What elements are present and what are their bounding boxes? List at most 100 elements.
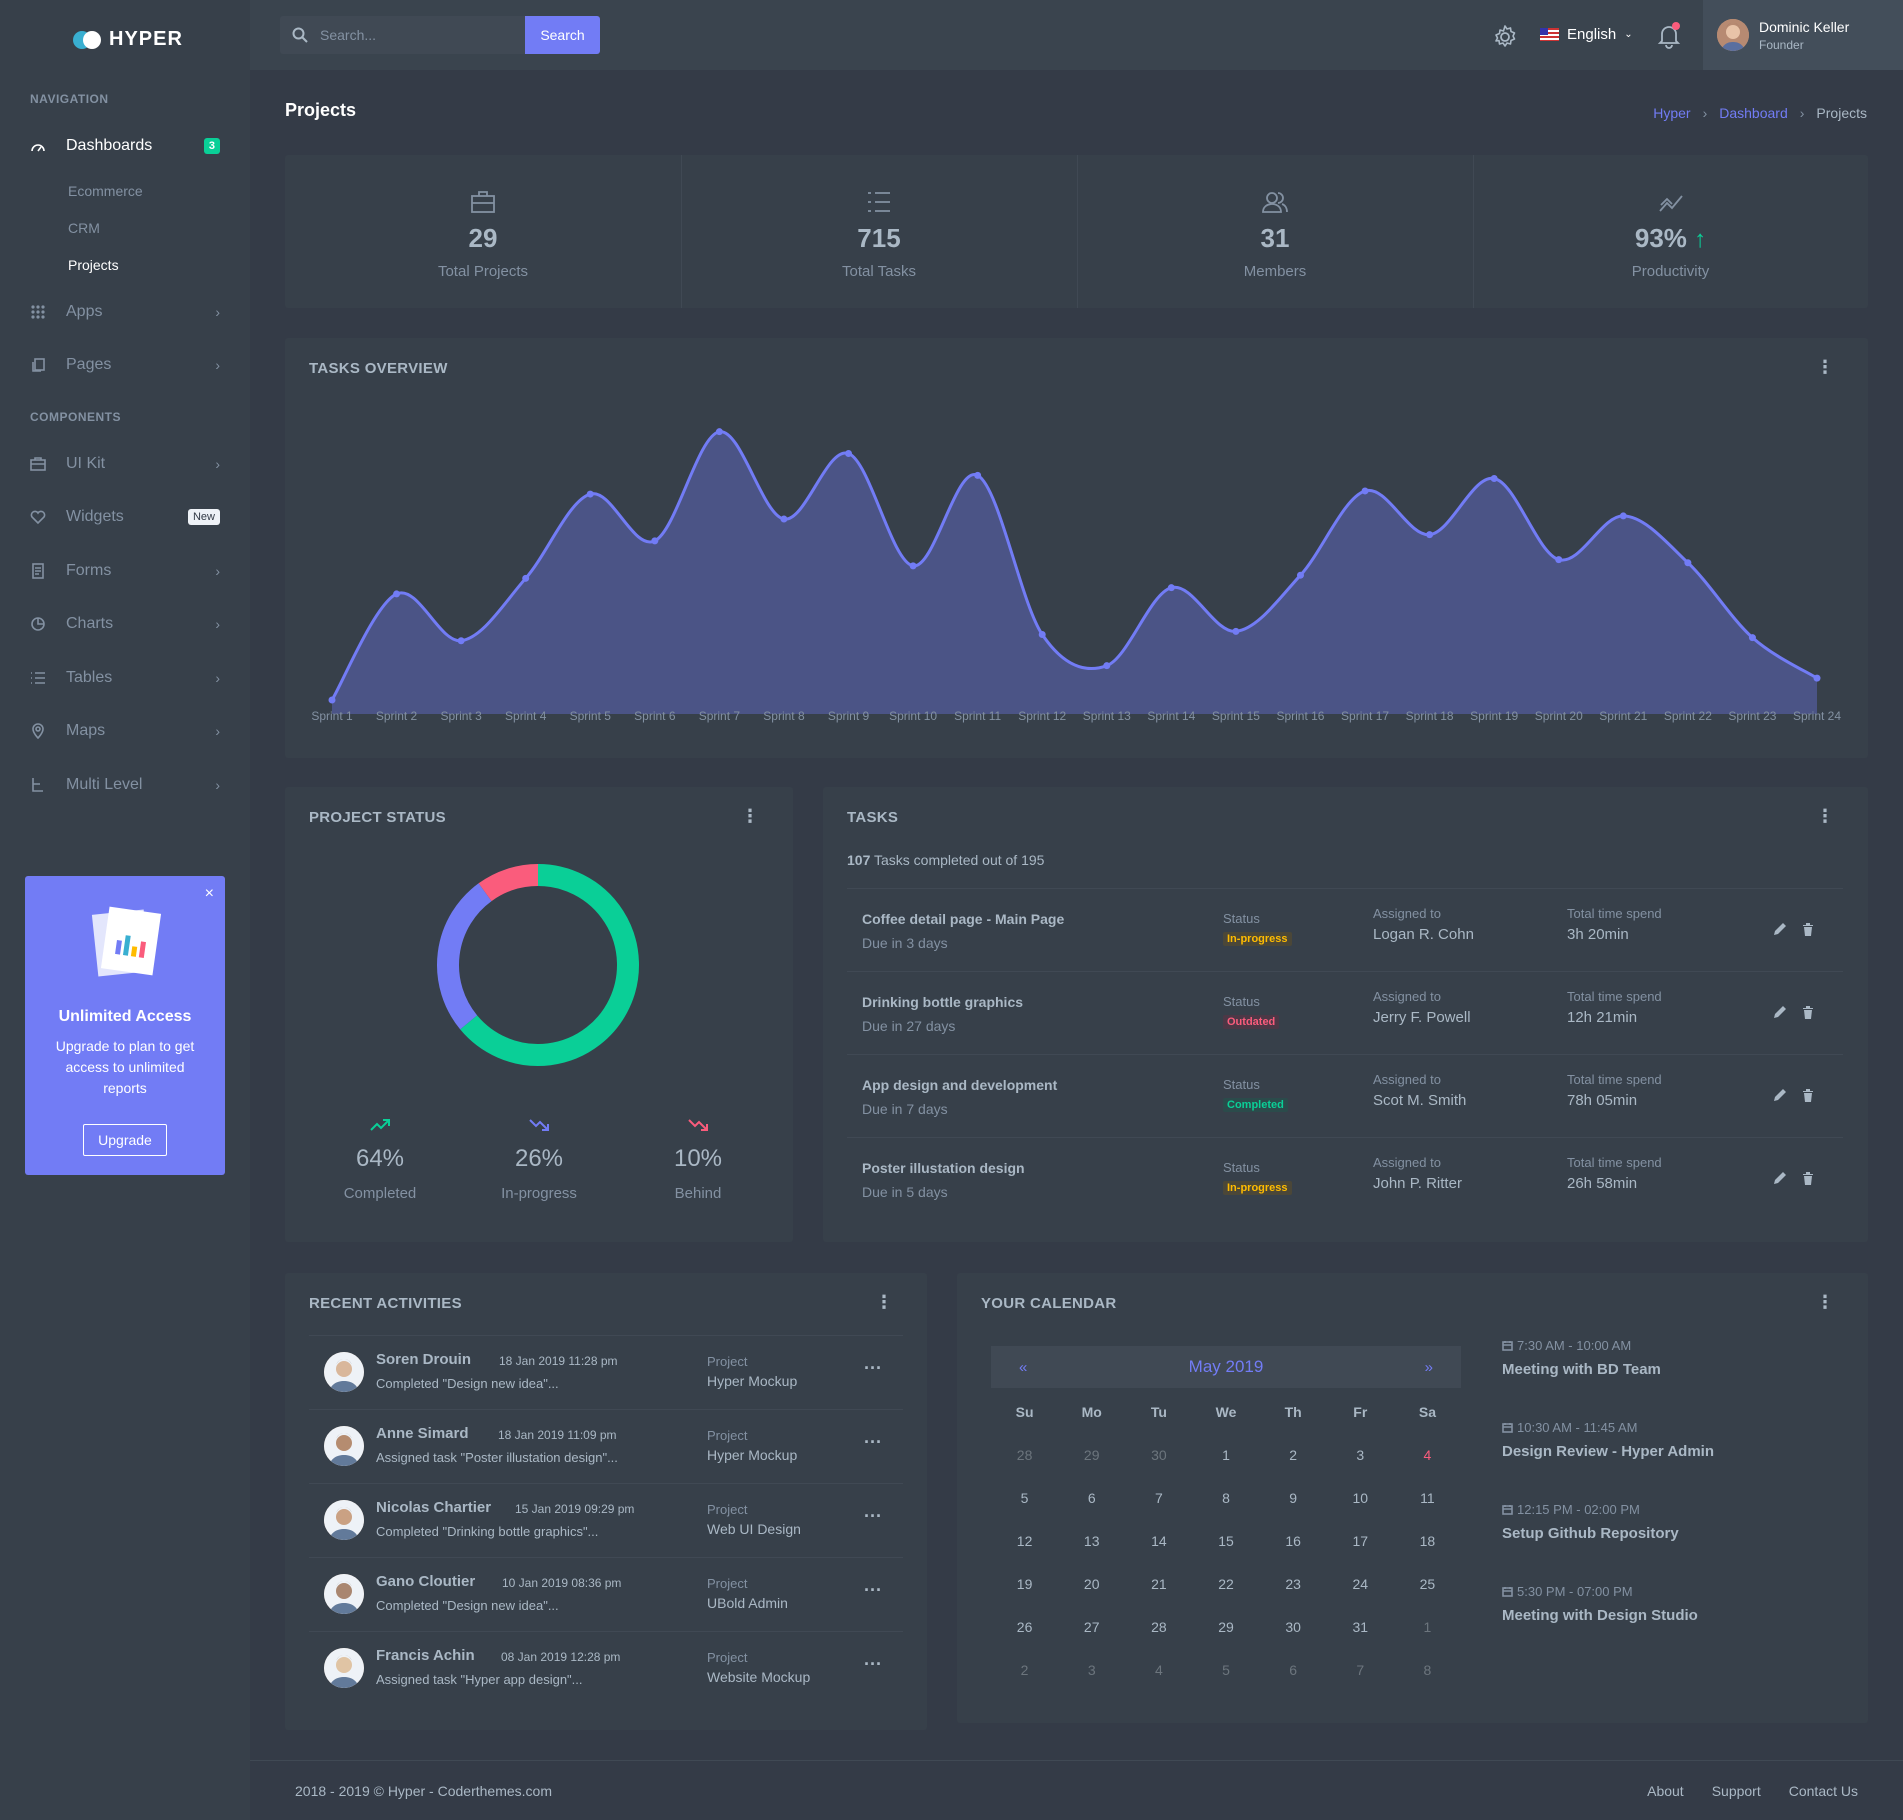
- calendar-day[interactable]: 2: [991, 1648, 1058, 1691]
- trash-icon[interactable]: [1800, 921, 1816, 937]
- calendar-day[interactable]: 8: [1192, 1476, 1259, 1519]
- footer-link-about[interactable]: About: [1647, 1783, 1684, 1799]
- calendar-day[interactable]: 9: [1260, 1476, 1327, 1519]
- calendar-day[interactable]: 21: [1125, 1562, 1192, 1605]
- calendar-day[interactable]: 17: [1327, 1519, 1394, 1562]
- task-row[interactable]: Coffee detail page - Main Page Due in 3 …: [847, 888, 1843, 971]
- data-point[interactable]: [1813, 674, 1821, 682]
- more-horizontal-icon[interactable]: ···: [864, 1506, 882, 1527]
- calendar-event[interactable]: 5:30 PM - 07:00 PM Meeting with Design St…: [1502, 1584, 1698, 1624]
- calendar-day[interactable]: 5: [1192, 1648, 1259, 1691]
- language-selector[interactable]: English ⌄: [1540, 26, 1633, 43]
- activity-row[interactable]: Anne Simard 18 Jan 2019 11:09 pm Assigned …: [309, 1409, 903, 1483]
- trash-icon[interactable]: [1800, 1087, 1816, 1103]
- breadcrumb-dashboard[interactable]: Dashboard: [1719, 105, 1788, 121]
- search-button[interactable]: Search: [525, 16, 600, 54]
- calendar-day[interactable]: 28: [1125, 1605, 1192, 1648]
- more-horizontal-icon[interactable]: ···: [864, 1580, 882, 1601]
- data-point[interactable]: [457, 637, 465, 645]
- data-point[interactable]: [586, 490, 594, 498]
- more-horizontal-icon[interactable]: ···: [864, 1358, 882, 1379]
- calendar-day[interactable]: 27: [1058, 1605, 1125, 1648]
- sidebar-item-charts[interactable]: Charts ›: [30, 611, 220, 637]
- more-vertical-icon[interactable]: ⋮: [741, 807, 759, 825]
- sidebar-item-pages[interactable]: Pages ›: [30, 352, 220, 378]
- footer-link-contact[interactable]: Contact Us: [1789, 1783, 1858, 1799]
- data-point[interactable]: [1619, 512, 1627, 520]
- more-horizontal-icon[interactable]: ···: [864, 1654, 882, 1675]
- pencil-icon[interactable]: [1772, 1087, 1788, 1103]
- activity-row[interactable]: Francis Achin 08 Jan 2019 12:28 pm Assigne…: [309, 1631, 903, 1705]
- sidebar-subitem-crm[interactable]: CRM: [68, 220, 100, 236]
- breadcrumb-hyper[interactable]: Hyper: [1653, 105, 1690, 121]
- data-point[interactable]: [651, 537, 659, 545]
- data-point[interactable]: [1426, 531, 1434, 539]
- data-point[interactable]: [393, 590, 401, 598]
- donut-segment-in-progress[interactable]: [437, 883, 492, 1030]
- calendar-day[interactable]: 23: [1260, 1562, 1327, 1605]
- calendar-event[interactable]: 12:15 PM - 02:00 PM Setup Github Reposito…: [1502, 1502, 1679, 1542]
- search-input[interactable]: Search...: [280, 16, 525, 54]
- pencil-icon[interactable]: [1772, 1004, 1788, 1020]
- calendar-day[interactable]: 22: [1192, 1562, 1259, 1605]
- data-point[interactable]: [1555, 556, 1563, 564]
- calendar-day[interactable]: 25: [1394, 1562, 1461, 1605]
- calendar-day[interactable]: 29: [1192, 1605, 1259, 1648]
- pencil-icon[interactable]: [1772, 921, 1788, 937]
- data-point[interactable]: [1103, 662, 1111, 670]
- data-point[interactable]: [974, 471, 982, 479]
- donut-segment-behind[interactable]: [478, 864, 539, 902]
- calendar-day[interactable]: 20: [1058, 1562, 1125, 1605]
- data-point[interactable]: [1490, 474, 1498, 482]
- data-point[interactable]: [909, 562, 917, 570]
- calendar-day[interactable]: 6: [1058, 1476, 1125, 1519]
- more-horizontal-icon[interactable]: ···: [864, 1432, 882, 1453]
- trash-icon[interactable]: [1800, 1004, 1816, 1020]
- next-month-button[interactable]: »: [1425, 1359, 1433, 1376]
- activity-row[interactable]: Nicolas Chartier 15 Jan 2019 09:29 pm Comp…: [309, 1483, 903, 1557]
- task-title[interactable]: Poster illustation design: [862, 1160, 1025, 1176]
- trash-icon[interactable]: [1800, 1170, 1816, 1186]
- calendar-day[interactable]: 28: [991, 1433, 1058, 1476]
- calendar-day[interactable]: 1: [1192, 1433, 1259, 1476]
- upgrade-button[interactable]: Upgrade: [83, 1124, 167, 1156]
- sidebar-item-dashboards[interactable]: Dashboards 3: [30, 133, 220, 159]
- calendar-day[interactable]: 31: [1327, 1605, 1394, 1648]
- task-row[interactable]: App design and development Due in 7 days…: [847, 1054, 1843, 1137]
- data-point[interactable]: [1748, 634, 1756, 642]
- sidebar-item-maps[interactable]: Maps ›: [30, 718, 220, 744]
- activity-user-name[interactable]: Francis Achin: [376, 1647, 475, 1664]
- activity-user-name[interactable]: Anne Simard: [376, 1425, 469, 1442]
- calendar-day[interactable]: 1: [1394, 1605, 1461, 1648]
- calendar-event[interactable]: 7:30 AM - 10:00 AM Meeting with BD Team: [1502, 1338, 1661, 1378]
- task-title[interactable]: App design and development: [862, 1077, 1057, 1093]
- calendar-day[interactable]: 3: [1327, 1433, 1394, 1476]
- more-vertical-icon[interactable]: ⋮: [1816, 807, 1834, 825]
- calendar-day[interactable]: 19: [991, 1562, 1058, 1605]
- sidebar-subitem-ecommerce[interactable]: Ecommerce: [68, 183, 143, 199]
- calendar-event[interactable]: 10:30 AM - 11:45 AM Design Review - Hyper…: [1502, 1420, 1714, 1460]
- task-row[interactable]: Drinking bottle graphics Due in 27 days …: [847, 971, 1843, 1054]
- data-point[interactable]: [1232, 627, 1240, 635]
- sidebar-item-multi-level[interactable]: Multi Level ›: [30, 772, 220, 798]
- calendar-day[interactable]: 8: [1394, 1648, 1461, 1691]
- calendar-day[interactable]: 14: [1125, 1519, 1192, 1562]
- notifications-button[interactable]: [1655, 22, 1683, 50]
- task-row[interactable]: Poster illustation design Due in 5 days …: [847, 1137, 1843, 1220]
- calendar-day[interactable]: 4: [1125, 1648, 1192, 1691]
- activity-user-name[interactable]: Nicolas Chartier: [376, 1499, 491, 1516]
- activity-row[interactable]: Soren Drouin 18 Jan 2019 11:28 pm Complete…: [309, 1335, 903, 1409]
- activity-row[interactable]: Gano Cloutier 10 Jan 2019 08:36 pm Complet…: [309, 1557, 903, 1631]
- calendar-day[interactable]: 10: [1327, 1476, 1394, 1519]
- calendar-day[interactable]: 12: [991, 1519, 1058, 1562]
- calendar-day[interactable]: 4: [1394, 1433, 1461, 1476]
- sidebar-item-tables[interactable]: Tables ›: [30, 665, 220, 691]
- data-point[interactable]: [522, 574, 530, 582]
- calendar-day[interactable]: 13: [1058, 1519, 1125, 1562]
- sidebar-item-forms[interactable]: Forms ›: [30, 558, 220, 584]
- data-point[interactable]: [845, 450, 853, 458]
- prev-month-button[interactable]: «: [1019, 1359, 1027, 1376]
- pencil-icon[interactable]: [1772, 1170, 1788, 1186]
- task-title[interactable]: Coffee detail page - Main Page: [862, 911, 1064, 927]
- data-point[interactable]: [328, 696, 336, 704]
